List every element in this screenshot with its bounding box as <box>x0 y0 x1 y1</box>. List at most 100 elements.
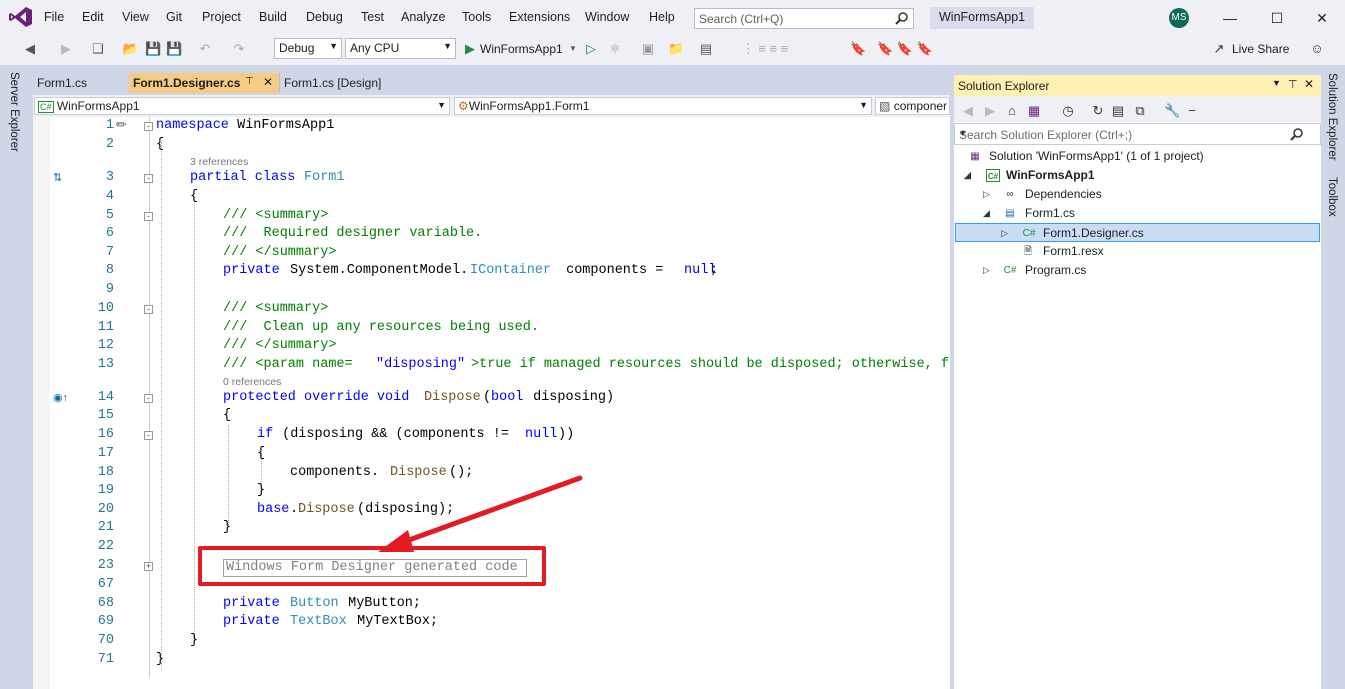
sync-icon[interactable]: ↻ <box>1090 102 1106 120</box>
close-icon[interactable]: ✕ <box>1312 8 1332 28</box>
preview-icon[interactable]: − <box>1184 102 1200 120</box>
collapse-icon[interactable]: - <box>144 212 153 221</box>
properties-icon[interactable]: 🔧 <box>1164 102 1180 120</box>
punctuation: )) <box>558 427 575 442</box>
tree-item-solution[interactable]: ▦ Solution 'WinFormsApp1' (1 of 1 projec… <box>962 147 1312 166</box>
quick-action-icon[interactable]: ✏ <box>116 117 127 133</box>
search-icon[interactable] <box>895 11 909 25</box>
visual-studio-logo-icon[interactable] <box>9 6 33 28</box>
bookmark-icon[interactable]: 🔖 <box>850 40 866 58</box>
attach-icon[interactable]: ▣ <box>640 40 656 58</box>
new-project-icon[interactable]: ❏ <box>88 40 108 58</box>
class-nav-dropdown[interactable]: ⚙WinFormsApp1.Form1 ▼ <box>454 97 872 115</box>
collapsed-triangle-icon[interactable]: ▷ <box>983 261 990 280</box>
live-share-icon[interactable]: ↗ <box>1210 40 1228 58</box>
collapsed-triangle-icon[interactable]: ▷ <box>983 185 990 204</box>
feedback-icon[interactable]: ☺ <box>1308 40 1326 58</box>
layout-icon[interactable]: ▤ <box>698 40 714 58</box>
collapse-all-icon[interactable]: ▤ <box>1110 102 1126 120</box>
menu-git[interactable]: Git <box>166 10 182 24</box>
undo-icon[interactable]: ↶ <box>196 40 214 58</box>
csharp-project-icon: C# <box>986 169 1000 182</box>
menu-analyze[interactable]: Analyze <box>401 10 445 24</box>
code-line: 11 /// Clean up any resources being used… <box>33 319 950 338</box>
menu-debug[interactable]: Debug <box>306 10 343 24</box>
redo-icon[interactable]: ↷ <box>230 40 248 58</box>
minimize-icon[interactable]: — <box>1220 8 1240 28</box>
platform-select[interactable]: Any CPU ▼ <box>345 38 456 59</box>
back-icon[interactable]: ◀ <box>960 102 976 120</box>
home-icon[interactable]: ⌂ <box>1004 102 1020 120</box>
override-glyph-icon[interactable]: ◉↑ <box>53 391 68 404</box>
save-icon[interactable]: 💾 <box>145 40 161 58</box>
switch-views-icon[interactable]: ▦ <box>1024 102 1044 120</box>
start-target-label[interactable]: WinFormsApp1 <box>480 40 570 58</box>
code-line: 15 { <box>33 407 950 426</box>
save-all-icon[interactable]: 💾 <box>166 40 182 58</box>
menu-view[interactable]: View <box>122 10 149 24</box>
menu-window[interactable]: Window <box>585 10 629 24</box>
close-tab-icon[interactable]: ✕ <box>263 75 273 89</box>
open-folder-icon[interactable]: 📂 <box>122 40 140 58</box>
start-debug-icon[interactable]: ▶ <box>462 40 478 58</box>
configuration-select[interactable]: Debug ▼ <box>274 38 342 59</box>
project-nav-dropdown[interactable]: C# WinFormsApp1 ▼ <box>34 97 450 115</box>
menu-edit[interactable]: Edit <box>82 10 104 24</box>
toolbar: ◀ ▶ ❏ 📂 💾 💾 ↶ ↷ Debug ▼ Any CPU ▼ ▶ WinFor… <box>0 34 1345 65</box>
hot-reload-icon[interactable]: ⚛ <box>606 40 624 58</box>
format-icons[interactable]: ⋮ ≡ ≡ ≡ <box>730 40 800 58</box>
collapse-icon[interactable]: - <box>144 305 153 314</box>
chevron-down-icon[interactable]: ▼ <box>959 129 1317 138</box>
bookmark-nav-icons[interactable]: 🔖 🔖 🔖 <box>870 40 940 58</box>
pin-icon[interactable]: ⊤ <box>245 76 254 87</box>
back-icon[interactable]: ◀ <box>22 40 38 58</box>
server-explorer-tab[interactable]: Server Explorer <box>8 72 20 152</box>
expanded-triangle-icon[interactable]: ◢ <box>964 166 971 185</box>
tree-item-form1-resx[interactable]: 🗎 Form1.resx <box>962 242 1312 261</box>
solution-search-input[interactable]: Search Solution Explorer (Ctrl+;) ▼ <box>954 123 1321 145</box>
forward-icon[interactable]: ▶ <box>982 102 998 120</box>
menu-extensions[interactable]: Extensions <box>509 10 570 24</box>
close-icon[interactable]: ✕ <box>1304 77 1314 91</box>
maximize-icon[interactable]: ☐ <box>1267 8 1287 28</box>
avatar[interactable]: MS <box>1169 8 1189 28</box>
forward-icon[interactable]: ▶ <box>58 40 74 58</box>
expand-icon[interactable]: + <box>144 562 153 571</box>
start-without-debug-icon[interactable]: ▷ <box>583 40 599 58</box>
live-share-button[interactable]: Live Share <box>1232 40 1296 58</box>
folder-icon[interactable]: 📁 <box>668 40 684 58</box>
menu-file[interactable]: File <box>44 10 64 24</box>
pending-changes-icon[interactable]: ◷ <box>1058 102 1078 120</box>
codelens-references[interactable]: 3 references <box>190 156 248 168</box>
tab-form1-cs[interactable]: Form1.cs <box>33 73 129 93</box>
expanded-triangle-icon[interactable]: ◢ <box>983 204 990 223</box>
pin-icon[interactable]: ⊤ <box>1288 78 1298 91</box>
show-all-files-icon[interactable]: ⧉ <box>1132 102 1148 120</box>
menu-build[interactable]: Build <box>259 10 287 24</box>
tab-form1-designer-cs[interactable]: Form1.Designer.cs ⊤ ✕ <box>129 73 279 93</box>
chevron-down-icon[interactable]: ▼ <box>1272 78 1281 88</box>
menu-tools[interactable]: Tools <box>462 10 491 24</box>
tree-item-form1-cs[interactable]: ◢ ▤ Form1.cs <box>962 204 1312 223</box>
menu-test[interactable]: Test <box>361 10 384 24</box>
collapse-icon[interactable]: - <box>144 431 153 440</box>
chevron-down-icon[interactable]: ▼ <box>568 40 578 58</box>
solution-explorer-side-tab[interactable]: Solution Explorer <box>1326 73 1338 161</box>
tab-form1-design[interactable]: Form1.cs [Design] <box>279 73 421 93</box>
codelens-references[interactable]: 0 references <box>223 376 281 388</box>
tree-item-dependencies[interactable]: ▷ ∞ Dependencies <box>962 185 1312 204</box>
tree-item-form1-designer-cs[interactable]: ▷ C# Form1.Designer.cs <box>955 223 1320 242</box>
tree-item-program-cs[interactable]: ▷ C# Program.cs <box>962 261 1312 280</box>
collapsed-triangle-icon[interactable]: ▷ <box>1001 224 1008 243</box>
tree-item-project[interactable]: ◢ C# WinFormsApp1 <box>962 166 1312 185</box>
collapse-icon[interactable]: - <box>144 122 153 131</box>
menu-help[interactable]: Help <box>649 10 675 24</box>
toolbox-side-tab[interactable]: Toolbox <box>1326 177 1338 217</box>
code-editor[interactable]: 1 ✏ - namespace WinFormsApp1 2 { 3 refer… <box>33 117 950 689</box>
search-input[interactable]: Search (Ctrl+Q) <box>694 8 914 29</box>
navigation-glyph-icon[interactable]: ⇅ <box>53 171 62 184</box>
collapse-icon[interactable]: - <box>144 394 153 403</box>
menu-project[interactable]: Project <box>202 10 241 24</box>
collapse-icon[interactable]: - <box>144 174 153 183</box>
member-nav-dropdown[interactable]: ▧ componer <box>875 97 950 115</box>
